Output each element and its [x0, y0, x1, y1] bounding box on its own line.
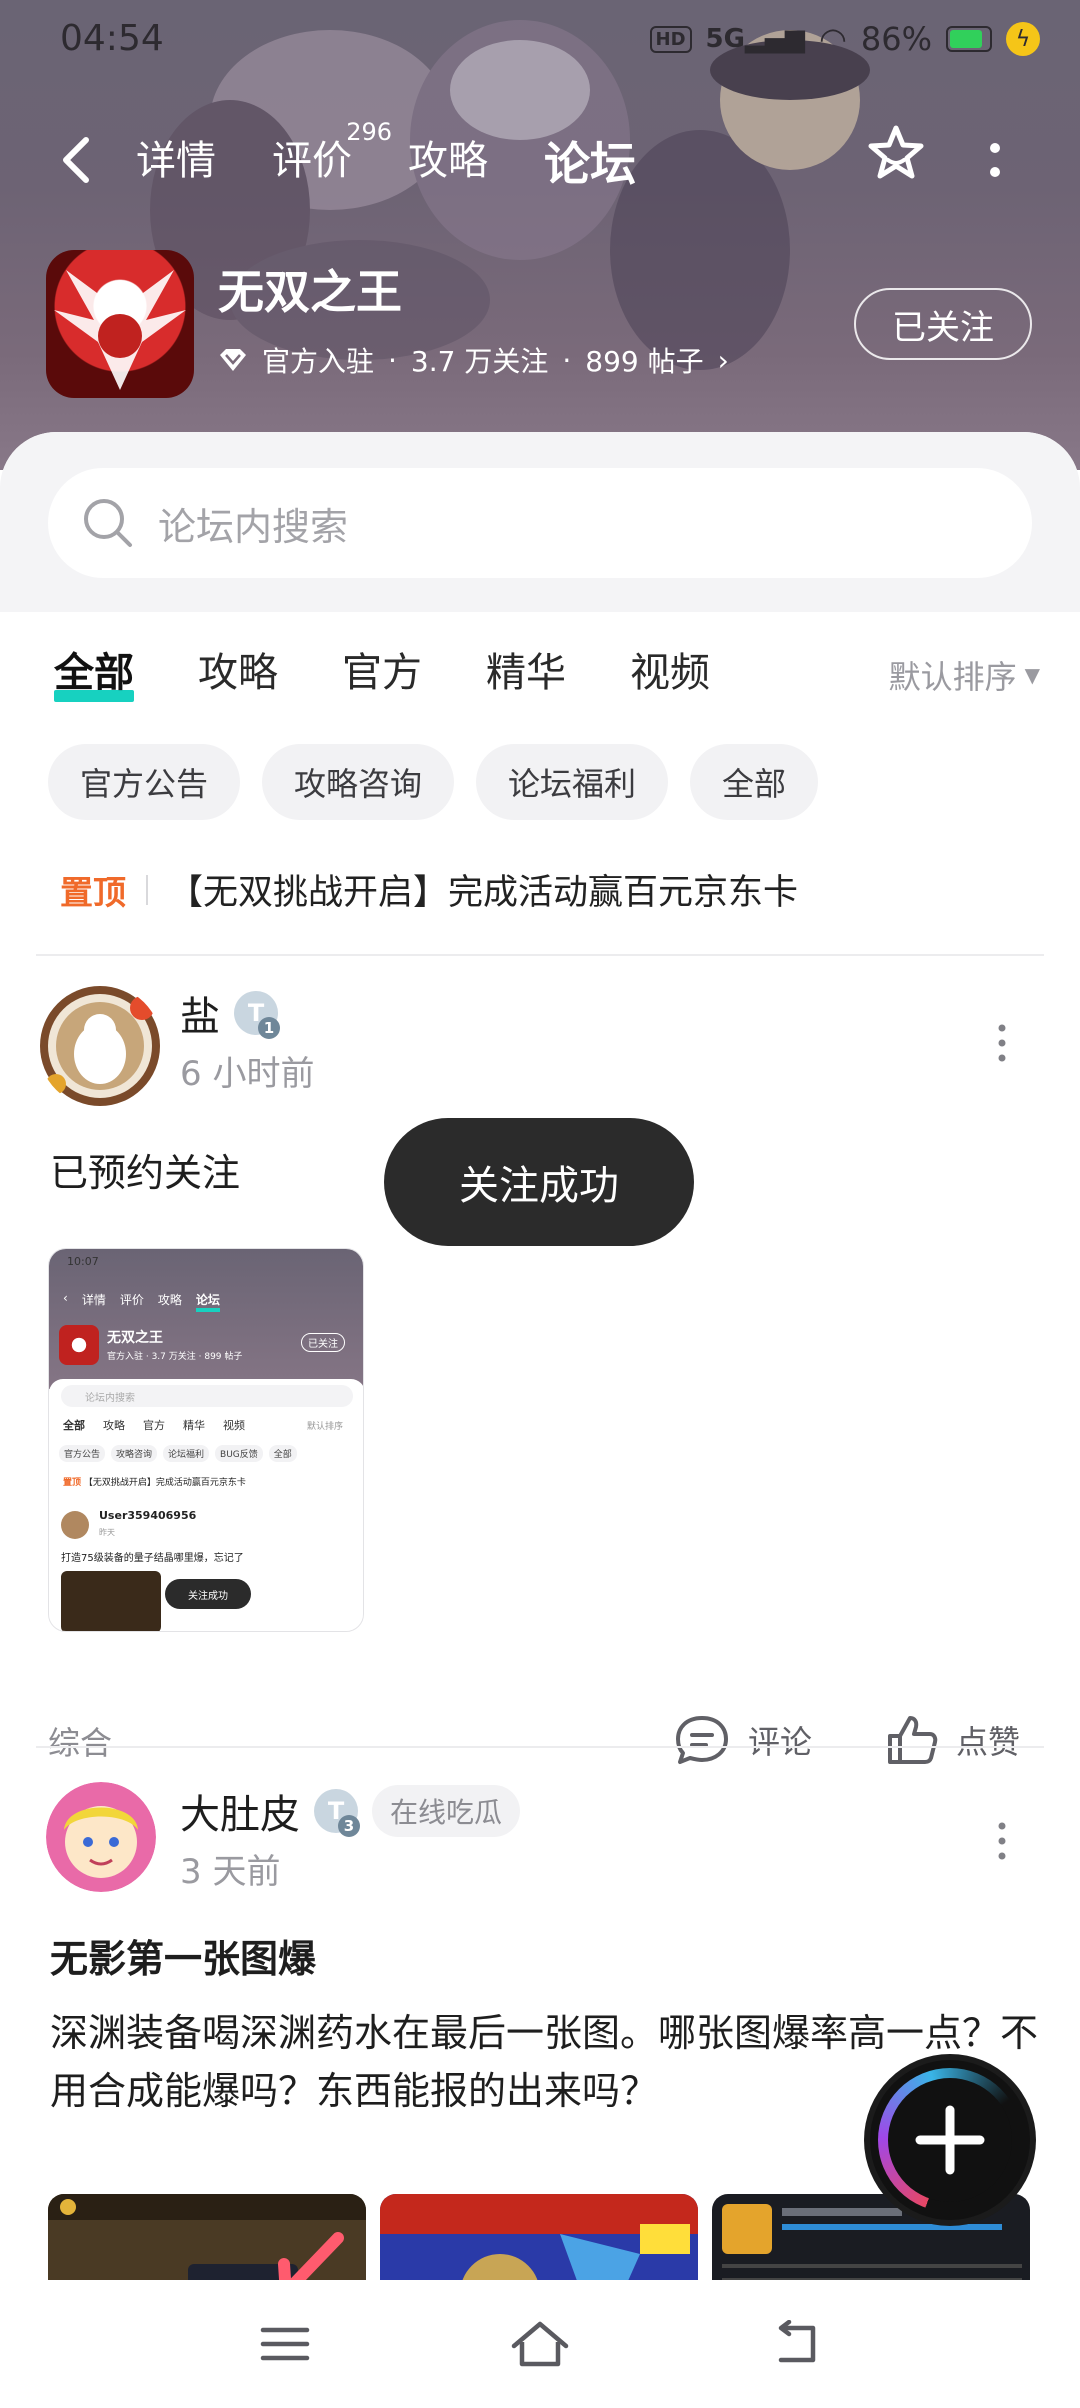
forum-search-input[interactable]: 论坛内搜索	[48, 468, 1032, 578]
chip-benefits[interactable]: 论坛福利	[476, 744, 669, 820]
battery-percent: 86%	[860, 20, 932, 58]
filter-all[interactable]: 全部	[54, 640, 134, 702]
game-name: 无双之王	[218, 265, 402, 319]
chevron-right-icon: ›	[717, 343, 729, 377]
post-actions: 综合 评论 点赞	[0, 1706, 1080, 1776]
post-username[interactable]: 盐	[180, 984, 220, 1042]
avatar[interactable]	[38, 984, 162, 1108]
reviews-count: 296	[346, 118, 392, 146]
signal-icon: 5G▂▄▆	[705, 24, 805, 54]
comment-icon	[676, 1716, 728, 1764]
tab-forum[interactable]: 论坛	[542, 128, 638, 198]
game-header-banner: 04:54 HD 5G▂▄▆ ◠ 86% ϟ 详情 评价 296 攻略 论坛 无…	[0, 0, 1080, 470]
hd-badge: HD	[649, 25, 692, 53]
home-icon[interactable]	[510, 2320, 570, 2368]
post-title: 无影第一张图爆	[50, 1937, 317, 1981]
game-meta[interactable]: 官方入驻 · 3.7 万关注 · 899 帖子 ›	[218, 340, 729, 380]
system-navigation-bar	[0, 2280, 1080, 2408]
tab-reviews[interactable]: 评价 296	[272, 118, 392, 194]
tab-guides[interactable]: 攻略	[408, 128, 488, 194]
tab-details[interactable]: 详情	[136, 128, 216, 194]
official-label: 官方入驻	[262, 345, 375, 378]
diamond-verified-icon	[220, 349, 246, 371]
filter-videos[interactable]: 视频	[630, 640, 710, 698]
toast-follow-success: 关注成功	[384, 1118, 694, 1246]
posts-count: 899 帖子	[585, 345, 704, 378]
search-placeholder: 论坛内搜索	[158, 504, 349, 549]
status-time: 04:54	[60, 18, 164, 59]
filter-guides[interactable]: 攻略	[198, 640, 278, 698]
post-title: 已预约关注	[50, 1151, 241, 1195]
followers-count: 3.7 万关注	[410, 345, 549, 378]
filter-featured[interactable]: 精华	[486, 640, 566, 698]
wifi-icon: ◠	[818, 20, 847, 58]
game-icon[interactable]	[46, 250, 194, 398]
pinned-post[interactable]: 置顶 【无双挑战开启】完成活动赢百元京东卡	[60, 864, 1040, 915]
search-icon	[84, 499, 132, 547]
chip-guide-help[interactable]: 攻略咨询	[262, 744, 455, 820]
avatar[interactable]	[46, 1782, 156, 1892]
filter-official[interactable]: 官方	[342, 640, 422, 698]
pinned-title: 【无双挑战开启】完成活动赢百元京东卡	[168, 873, 799, 913]
chip-announcements[interactable]: 官方公告	[48, 744, 241, 820]
plus-icon	[915, 2105, 985, 2175]
post-image[interactable]: 10:07 ‹ 详情 评价 攻略 论坛 无双之王 官方入驻 · 3.7 万关注 · 8…	[48, 1248, 364, 1632]
thumbs-up-icon	[888, 1716, 938, 1764]
create-post-button[interactable]	[870, 2060, 1030, 2220]
battery-icon	[946, 26, 992, 52]
status-bar: 04:54 HD 5G▂▄▆ ◠ 86% ϟ	[0, 0, 1080, 84]
pinned-tag: 置顶	[60, 872, 126, 912]
comment-button[interactable]: 评论	[672, 1712, 812, 1768]
star-favorite-icon[interactable]	[862, 120, 930, 188]
filter-tabs: 全部 攻略 官方 精华 视频	[54, 640, 1080, 702]
level-badge: T1	[234, 991, 280, 1039]
more-options-icon[interactable]	[990, 1816, 1014, 1866]
menu-icon[interactable]	[259, 2324, 311, 2364]
follow-button[interactable]: 已关注	[854, 288, 1032, 360]
user-title-badge: 在线吃瓜	[372, 1785, 521, 1837]
more-options-icon[interactable]	[990, 1018, 1014, 1068]
level-badge: T3	[314, 1789, 360, 1837]
charging-icon: ϟ	[1006, 22, 1040, 56]
back-arrow-icon[interactable]	[52, 130, 102, 190]
back-icon[interactable]	[769, 2320, 821, 2368]
more-menu-icon[interactable]	[980, 130, 1010, 190]
post-time: 3 天前	[180, 1852, 281, 1892]
divider	[36, 954, 1044, 956]
post-time: 6 小时前	[180, 1054, 315, 1094]
top-navigation: 详情 评价 296 攻略 论坛	[0, 110, 1080, 210]
like-button[interactable]: 点赞	[884, 1712, 1020, 1768]
game-info: 无双之王 官方入驻 · 3.7 万关注 · 899 帖子 › 已关注	[46, 250, 1046, 400]
category-chips: 官方公告 攻略咨询 论坛福利 全部	[48, 744, 819, 820]
chip-all[interactable]: 全部	[690, 744, 819, 820]
divider	[36, 1746, 1044, 1748]
post-username[interactable]: 大肚皮	[180, 1782, 300, 1840]
post-category: 综合	[48, 1724, 113, 1762]
